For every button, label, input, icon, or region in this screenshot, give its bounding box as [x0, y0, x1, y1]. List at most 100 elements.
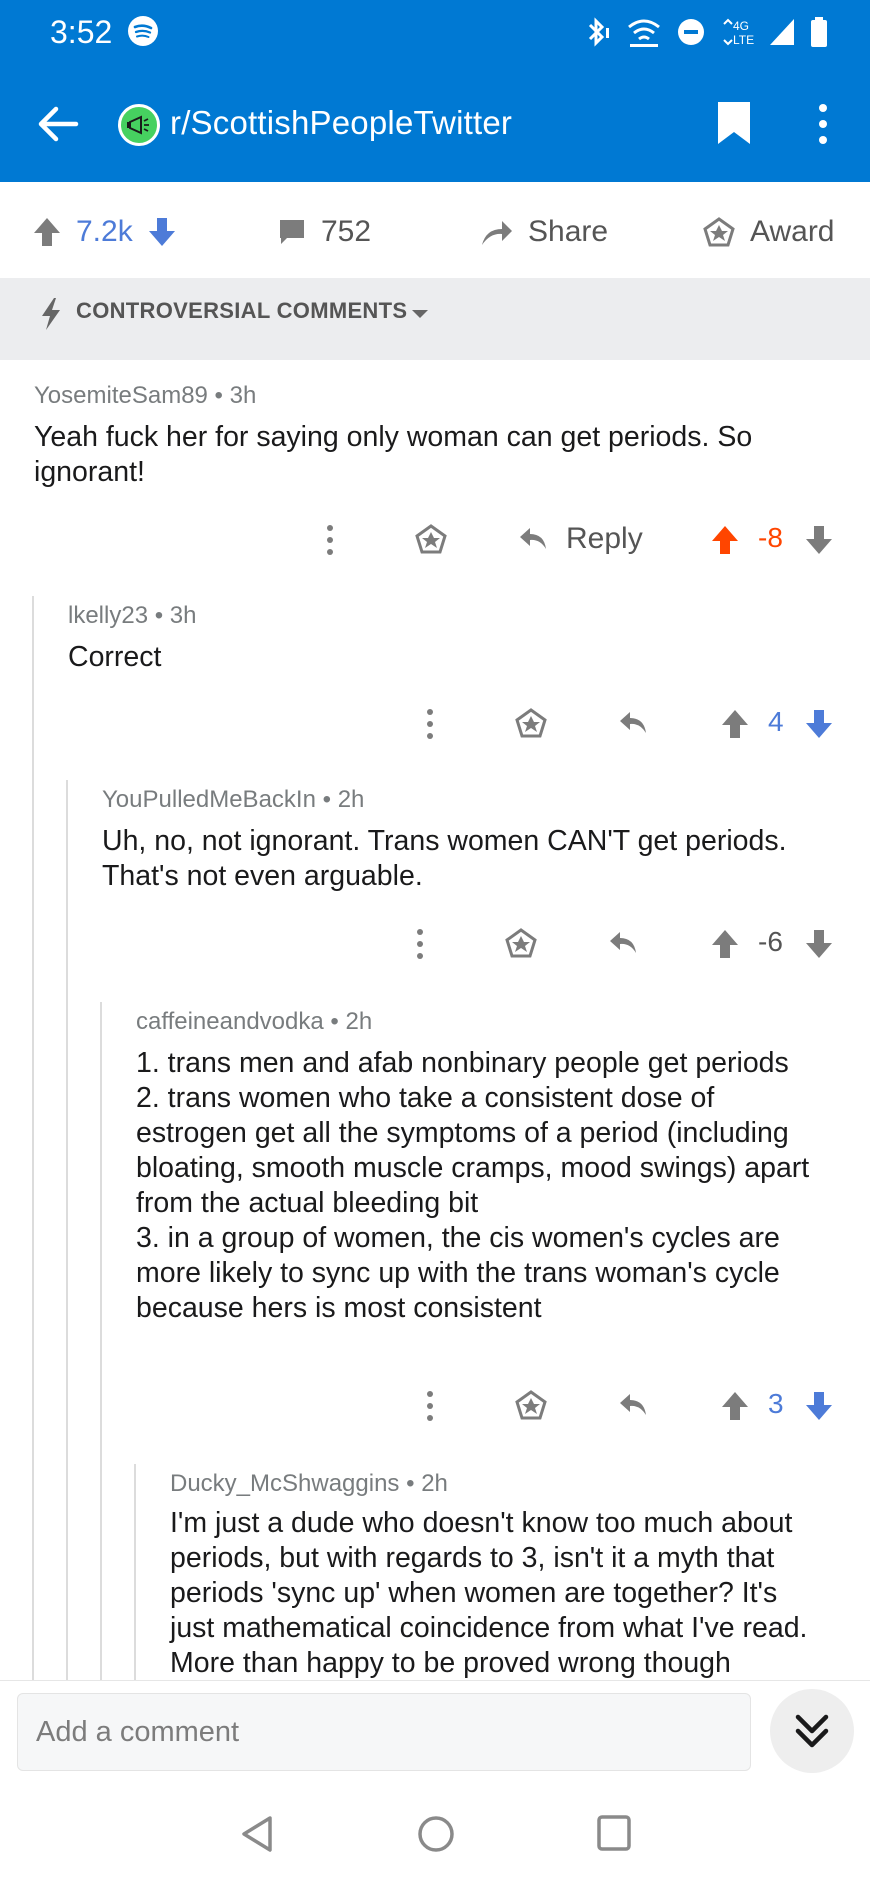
- upvote-icon[interactable]: [710, 524, 740, 556]
- reply-icon[interactable]: [618, 1391, 648, 1419]
- back-arrow-icon: [38, 106, 79, 142]
- wifi-icon: [628, 19, 660, 47]
- more-options-icon[interactable]: [318, 520, 342, 560]
- comment-author[interactable]: YouPulledMeBackIn: [102, 786, 316, 813]
- battery-icon: [811, 17, 827, 47]
- bookmark-icon: [718, 102, 750, 144]
- comment-score: -6: [758, 926, 783, 957]
- subreddit-name[interactable]: r/ScottishPeopleTwitter: [170, 104, 512, 142]
- award-icon: [703, 217, 735, 247]
- reply-icon[interactable]: [518, 525, 548, 553]
- comment-meta: YouPulledMeBackIn • 2h: [102, 786, 365, 813]
- comment-age: 2h: [345, 1008, 373, 1035]
- lightning-icon: [42, 298, 60, 330]
- comment-body: Yeah fuck her for saying only woman can …: [34, 421, 753, 488]
- share-button[interactable]: Share: [480, 214, 608, 250]
- nav-back-button[interactable]: [240, 1814, 274, 1859]
- spotify-icon: [128, 16, 158, 46]
- comment-score: 4: [768, 706, 784, 737]
- comment-body: Correct: [68, 641, 162, 673]
- downvote-icon[interactable]: [804, 1390, 834, 1422]
- dnd-icon: [678, 19, 704, 45]
- back-button[interactable]: [30, 96, 86, 152]
- more-options-icon[interactable]: [408, 924, 432, 964]
- more-options-icon[interactable]: [418, 704, 442, 744]
- comment-composer-bar: Add a comment: [0, 1680, 870, 1784]
- upvote-icon[interactable]: [710, 928, 740, 960]
- reply-icon[interactable]: [608, 929, 638, 957]
- comment-icon: [280, 220, 304, 244]
- comment-meta: lkelly23 • 3h: [68, 602, 197, 629]
- signal-icon: [770, 19, 794, 45]
- comment-sort-button[interactable]: CONTROVERSIAL COMMENTS: [0, 278, 870, 360]
- bluetooth-icon: [588, 17, 609, 47]
- comment: Ducky_McShwaggins • 2h I'm just a dude w…: [0, 1464, 870, 1680]
- comment-body: I'm just a dude who doesn't know too muc…: [170, 1507, 808, 1679]
- app-screen: 3:52 4G LTE r/ScottishPeopleTwitter 7.2k…: [0, 0, 870, 1884]
- comment-age: 2h: [337, 786, 365, 813]
- share-label: Share: [528, 215, 609, 248]
- next-comment-button[interactable]: [770, 1689, 854, 1773]
- double-chevron-down-icon: [795, 1714, 829, 1748]
- post-score: 7.2k: [76, 215, 133, 248]
- system-nav-bar: [0, 1784, 870, 1884]
- downvote-icon[interactable]: [804, 708, 834, 740]
- more-vertical-icon: [819, 104, 827, 144]
- comments-button[interactable]: 752: [277, 214, 371, 250]
- triangle-back-icon: [242, 1816, 272, 1852]
- comment-actions: -6: [0, 924, 870, 964]
- network-type-icon: 4GLTE: [723, 18, 754, 47]
- comment-meta: caffeineandvodka • 2h: [136, 1008, 373, 1035]
- downvote-icon[interactable]: [804, 928, 834, 960]
- comment-actions: 4: [0, 704, 870, 744]
- comment: YouPulledMeBackIn • 2h Uh, no, not ignor…: [0, 780, 870, 990]
- comment-actions: Reply -8: [0, 520, 870, 560]
- status-time: 3:52: [50, 14, 113, 50]
- post-vote-group: 7.2k: [32, 214, 177, 250]
- comment-author[interactable]: YosemiteSam89: [34, 382, 208, 409]
- award-icon[interactable]: [514, 707, 548, 739]
- downvote-icon[interactable]: [147, 216, 177, 248]
- comments-count: 752: [321, 215, 372, 248]
- comment-body: 1. trans men and afab nonbinary people g…: [136, 1047, 810, 1324]
- comment-author[interactable]: caffeineandvodka: [136, 1008, 324, 1035]
- overflow-menu-button[interactable]: [808, 100, 838, 150]
- add-comment-input[interactable]: Add a comment: [17, 1693, 751, 1771]
- award-icon[interactable]: [514, 1389, 548, 1421]
- comment: lkelly23 • 3h Correct 4: [0, 596, 870, 766]
- app-header: 3:52 4G LTE r/ScottishPeopleTwitter: [0, 0, 870, 182]
- post-action-bar: 7.2k 752 Share Award: [0, 182, 870, 278]
- svg-text:LTE: LTE: [733, 33, 754, 47]
- comment-author[interactable]: lkelly23: [68, 602, 148, 629]
- comment-author[interactable]: Ducky_McShwaggins: [170, 1470, 399, 1497]
- sort-label: CONTROVERSIAL COMMENTS: [76, 298, 408, 323]
- upvote-icon[interactable]: [32, 216, 62, 248]
- comment-age: 3h: [229, 382, 257, 409]
- subreddit-icon[interactable]: [118, 104, 160, 146]
- award-label: Award: [750, 215, 835, 248]
- status-icons: 4G LTE: [584, 14, 828, 50]
- comment-meta: Ducky_McShwaggins • 2h: [170, 1470, 448, 1497]
- reply-icon[interactable]: [618, 709, 648, 737]
- downvote-icon[interactable]: [804, 524, 834, 556]
- award-icon[interactable]: [504, 927, 538, 959]
- comment: YosemiteSam89 • 3h Yeah fuck her for say…: [0, 370, 870, 570]
- square-recents-icon: [597, 1815, 631, 1851]
- reply-label[interactable]: Reply: [566, 522, 643, 556]
- upvote-icon[interactable]: [720, 708, 750, 740]
- save-post-button[interactable]: [714, 100, 754, 148]
- award-icon[interactable]: [414, 523, 448, 555]
- award-button[interactable]: Award: [702, 214, 835, 250]
- more-options-icon[interactable]: [418, 1386, 442, 1426]
- svg-text:4G: 4G: [733, 19, 749, 33]
- chevron-down-icon: [412, 310, 428, 318]
- nav-recents-button[interactable]: [596, 1814, 632, 1857]
- comment-score: -8: [758, 522, 783, 553]
- comment-score: 3: [768, 1388, 784, 1419]
- comment-age: 2h: [421, 1470, 448, 1497]
- circle-home-icon: [418, 1816, 454, 1852]
- share-icon: [482, 221, 512, 245]
- upvote-icon[interactable]: [720, 1390, 750, 1422]
- comment: caffeineandvodka • 2h 1. trans men and a…: [0, 1002, 870, 1442]
- nav-home-button[interactable]: [416, 1814, 456, 1859]
